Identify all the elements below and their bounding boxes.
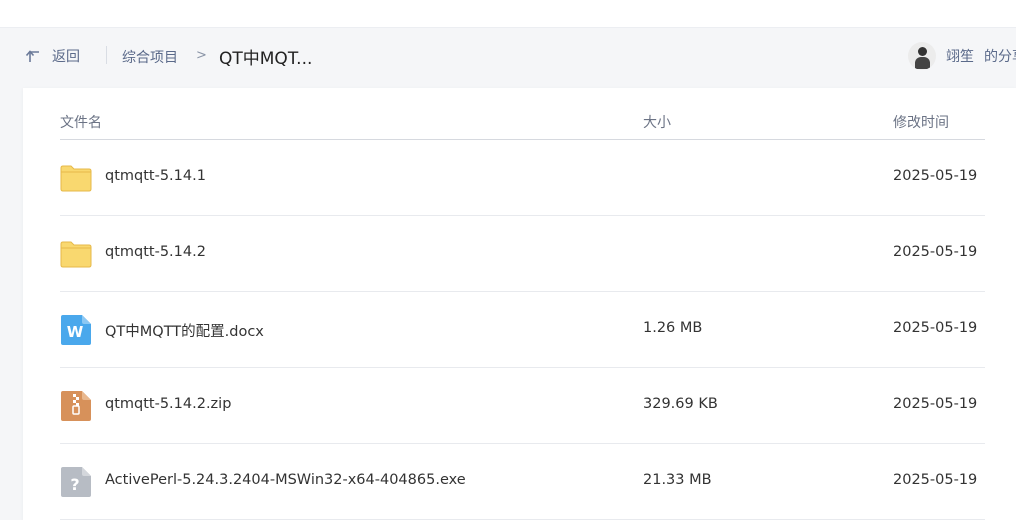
breadcrumb-root-link[interactable]: 综合项目 bbox=[122, 47, 178, 67]
table-row[interactable]: qtmqtt-5.14.2 2025-05-19 bbox=[60, 216, 985, 292]
file-date: 2025-05-19 bbox=[893, 168, 978, 184]
file-date: 2025-05-19 bbox=[893, 320, 978, 336]
file-date: 2025-05-19 bbox=[893, 244, 978, 260]
table-row[interactable]: ? ActivePerl-5.24.3.2404-MSWin32-x64-404… bbox=[60, 444, 985, 520]
file-name[interactable]: qtmqtt-5.14.1 bbox=[105, 168, 206, 184]
column-header-modified[interactable]: 修改时间 bbox=[893, 112, 949, 132]
owner-share-label: 的分享 bbox=[984, 49, 1016, 65]
column-header-name[interactable]: 文件名 bbox=[60, 112, 102, 132]
back-button[interactable]: 返回 bbox=[24, 46, 80, 66]
folder-icon bbox=[60, 165, 92, 192]
breadcrumb: 返回 综合项目 > QT中MQT... 翊笙 的分享 bbox=[0, 28, 1016, 86]
file-list-panel: 文件名 大小 修改时间 qtmqtt-5.14.1 2025-05-19 qtm… bbox=[23, 88, 1016, 520]
svg-text:?: ? bbox=[70, 475, 79, 494]
folder-icon bbox=[60, 241, 92, 268]
file-size: 1.26 MB bbox=[643, 320, 703, 336]
file-size: 329.69 KB bbox=[643, 396, 718, 412]
avatar bbox=[908, 42, 936, 70]
file-date: 2025-05-19 bbox=[893, 472, 978, 488]
breadcrumb-current-folder: QT中MQT... bbox=[219, 49, 313, 69]
table-row[interactable]: qtmqtt-5.14.2.zip 329.69 KB 2025-05-19 bbox=[60, 368, 985, 444]
owner-name: 翊笙 bbox=[946, 49, 974, 65]
column-header-size[interactable]: 大小 bbox=[643, 112, 671, 132]
table-row[interactable]: W QT中MQTT的配置.docx 1.26 MB 2025-05-19 bbox=[60, 292, 985, 368]
back-arrow-icon bbox=[25, 50, 39, 62]
unknown-file-icon: ? bbox=[61, 467, 91, 497]
back-label: 返回 bbox=[52, 49, 80, 65]
svg-text:W: W bbox=[67, 323, 84, 341]
word-doc-icon: W bbox=[61, 315, 91, 345]
file-name[interactable]: ActivePerl-5.24.3.2404-MSWin32-x64-40486… bbox=[105, 472, 466, 488]
breadcrumb-separator: > bbox=[196, 48, 207, 63]
table-header: 文件名 大小 修改时间 bbox=[60, 88, 985, 140]
zip-archive-icon bbox=[61, 391, 91, 421]
table-row[interactable]: qtmqtt-5.14.1 2025-05-19 bbox=[60, 140, 985, 216]
divider bbox=[106, 46, 107, 64]
share-owner[interactable]: 翊笙 的分享 bbox=[908, 42, 1016, 70]
file-date: 2025-05-19 bbox=[893, 396, 978, 412]
file-name[interactable]: qtmqtt-5.14.2.zip bbox=[105, 396, 231, 412]
file-name[interactable]: QT中MQTT的配置.docx bbox=[105, 320, 264, 341]
top-bar bbox=[0, 0, 1016, 28]
file-name[interactable]: qtmqtt-5.14.2 bbox=[105, 244, 206, 260]
file-size: 21.33 MB bbox=[643, 472, 712, 488]
file-rows: qtmqtt-5.14.1 2025-05-19 qtmqtt-5.14.2 2… bbox=[60, 140, 985, 520]
